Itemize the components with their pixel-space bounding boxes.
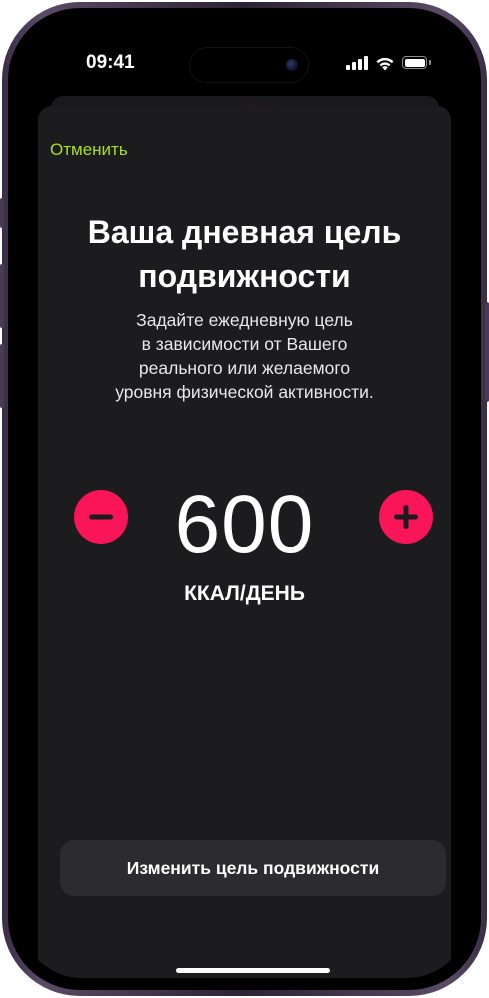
description-line: Задайте ежедневную цель [136,310,353,330]
description-text: Задайте ежедневную цель в зависимости от… [38,308,451,404]
volume-up-button [0,264,4,328]
goal-unit: ККАЛ/ДЕНЬ [184,582,305,605]
action-button [0,198,4,228]
wifi-icon [376,57,394,71]
volume-down-button [0,344,4,408]
description-line: в зависимости от Вашего [141,334,348,354]
plus-icon [394,505,418,529]
status-time: 09:41 [86,52,135,73]
title-line: Ваша дневная цель [87,214,402,250]
increase-goal-button[interactable] [379,490,433,544]
side-button [485,302,489,402]
battery-level [404,58,425,67]
screen: 09:41 Отменить Ваша дневная цель подвижн… [20,20,469,978]
title-line: подвижности [138,258,351,294]
description-line: реального или желаемого [138,358,351,378]
cancel-button[interactable]: Отменить [50,140,128,160]
move-goal-sheet: Отменить Ваша дневная цель подвижности З… [38,106,451,978]
change-move-goal-button[interactable]: Изменить цель подвижности [60,840,446,896]
cellular-signal-icon [346,56,368,70]
home-indicator[interactable] [176,968,330,973]
status-bar: 09:41 [20,20,469,82]
dynamic-island [190,48,308,82]
battery-icon [402,56,427,69]
front-camera-icon [286,59,298,71]
phone-frame: 09:41 Отменить Ваша дневная цель подвижн… [0,2,489,996]
description-line: уровня физической активности. [115,382,374,402]
battery-tip [429,60,431,65]
page-title: Ваша дневная цель подвижности [38,210,451,298]
phone-bezel: 09:41 Отменить Ваша дневная цель подвижн… [8,8,481,990]
